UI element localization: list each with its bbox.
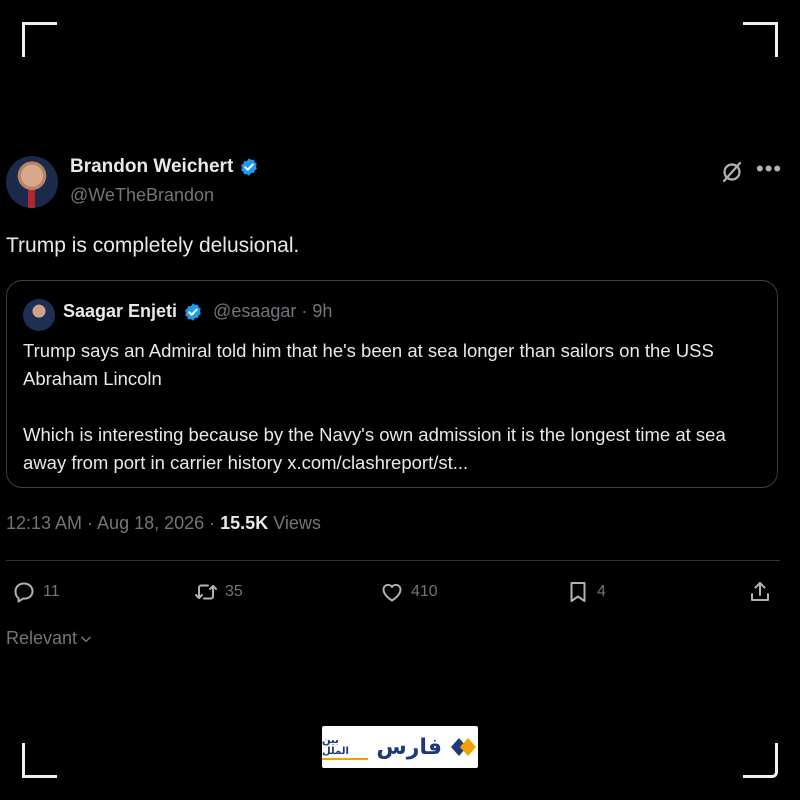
like-icon <box>382 583 402 602</box>
quoted-author-avatar[interactable] <box>23 299 55 331</box>
post-text: Trump is completely delusional. <box>6 234 300 257</box>
watermark-logo: بین الملل فارس <box>322 726 478 768</box>
bookmark-count: 4 <box>597 583 606 600</box>
bookmark-button[interactable]: 4 <box>566 580 606 604</box>
share-icon <box>751 582 769 601</box>
post-header: Brandon Weichert @WeTheBrandon ••• <box>6 154 792 212</box>
watermark-main: فارس <box>376 734 443 759</box>
grok-icon[interactable] <box>720 160 744 184</box>
frame-corner-top-right <box>743 22 778 57</box>
author-name-row: Brandon Weichert <box>70 156 259 178</box>
quoted-author-row: Saagar Enjeti @esaagar · 9h <box>63 301 332 322</box>
bookmark-icon <box>570 582 586 602</box>
reply-count: 11 <box>43 583 60 600</box>
quoted-post-text: Trump says an Admiral told him that he's… <box>23 337 768 477</box>
views-count: 15.5K <box>220 513 269 533</box>
share-button[interactable] <box>748 580 772 604</box>
reply-button[interactable]: 11 <box>12 580 60 604</box>
reply-sort-dropdown[interactable]: Relevant <box>6 628 93 649</box>
post-meta: 12:13 AM · Aug 18, 2026 · 15.5K Views <box>6 513 321 534</box>
reply-sort-label: Relevant <box>6 628 78 648</box>
author-handle[interactable]: @WeTheBrandon <box>70 185 214 206</box>
more-icon[interactable]: ••• <box>756 156 782 182</box>
diamond-logo-icon <box>451 738 477 756</box>
like-button[interactable]: 410 <box>380 580 438 604</box>
quoted-post[interactable]: Saagar Enjeti @esaagar · 9h Trump says a… <box>6 280 778 488</box>
repost-count: 35 <box>225 583 243 600</box>
like-count: 410 <box>411 583 438 600</box>
quoted-paragraph-2: Which is interesting because by the Navy… <box>23 424 726 473</box>
watermark-sub: بین الملل <box>322 735 369 760</box>
frame-corner-bottom-left <box>22 743 57 778</box>
quoted-author-name[interactable]: Saagar Enjeti <box>63 301 177 322</box>
reply-icon <box>14 582 34 603</box>
quoted-author-handle[interactable]: @esaagar · 9h <box>213 301 332 322</box>
repost-button[interactable]: 35 <box>194 580 243 604</box>
repost-icon <box>195 584 217 600</box>
author-avatar[interactable] <box>6 156 58 208</box>
action-bar: 11 35 410 4 <box>6 580 786 612</box>
quoted-paragraph-1: Trump says an Admiral told him that he's… <box>23 340 714 389</box>
divider <box>6 560 780 561</box>
post-timestamp[interactable]: 12:13 AM · Aug 18, 2026 · <box>6 513 220 533</box>
verified-badge-icon <box>185 302 201 321</box>
author-name[interactable]: Brandon Weichert <box>70 156 233 178</box>
views-label: Views <box>268 513 321 533</box>
verified-badge-icon <box>241 158 258 176</box>
frame-corner-top-left <box>22 22 57 57</box>
frame-corner-bottom-right <box>743 743 778 778</box>
chevron-down-icon <box>81 636 91 642</box>
